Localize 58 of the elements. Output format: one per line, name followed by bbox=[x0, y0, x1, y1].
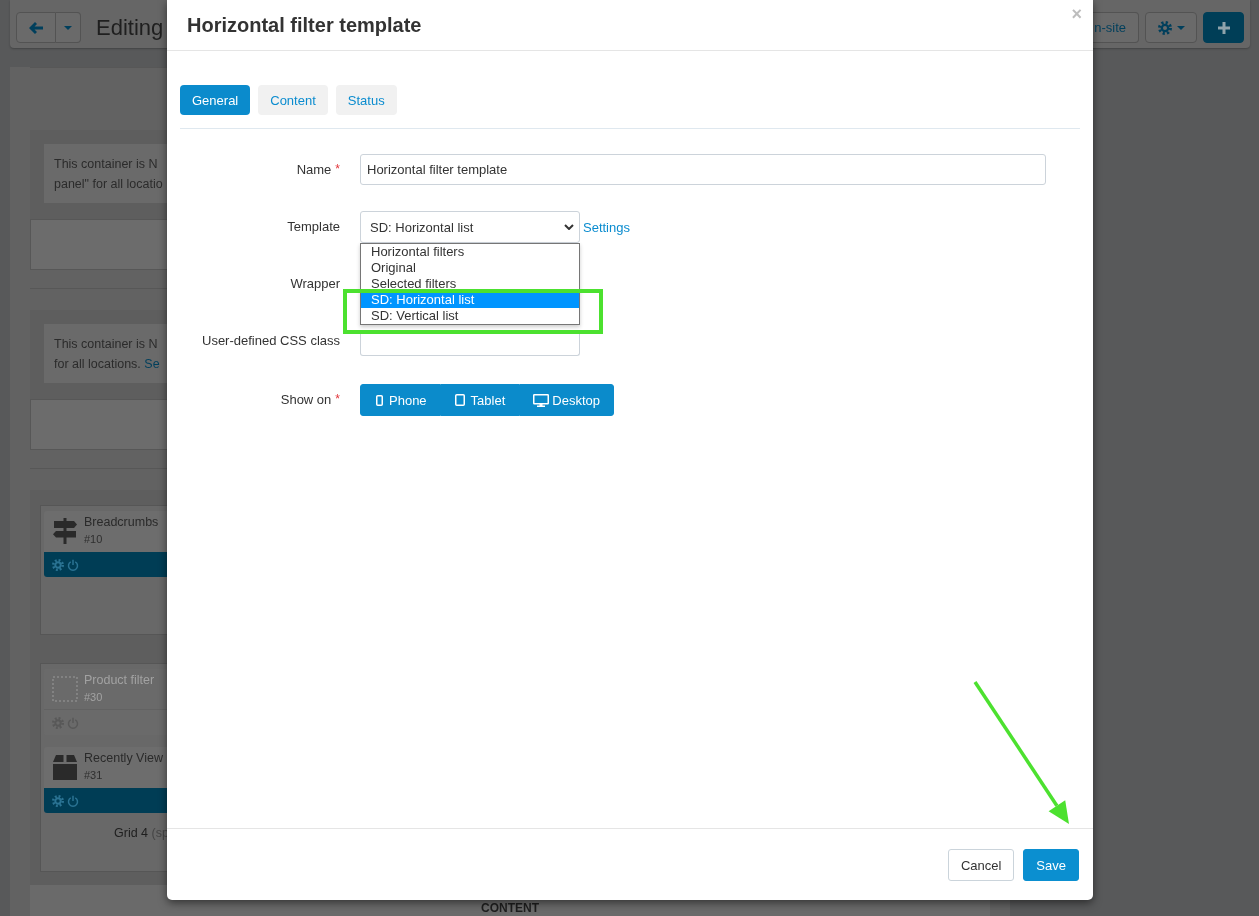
field-label: Name bbox=[296, 162, 332, 177]
required-mark: * bbox=[335, 392, 340, 406]
block-title: Breadcrumbs bbox=[84, 515, 159, 530]
settings-link[interactable]: Settings bbox=[583, 219, 630, 235]
field-label: Template bbox=[287, 219, 340, 234]
text-input[interactable]: Horizontal filter template bbox=[360, 154, 1046, 185]
field-label: User-defined CSS class bbox=[202, 333, 340, 348]
text-input[interactable] bbox=[360, 334, 580, 356]
notice-text: This container is N panel" for all locatio bbox=[44, 144, 167, 203]
plus-icon bbox=[1217, 21, 1230, 34]
field-label: Wrapper bbox=[290, 276, 340, 291]
back-button[interactable] bbox=[16, 12, 56, 43]
page-title: Editing bbox=[96, 14, 164, 42]
caret-icon bbox=[64, 25, 72, 30]
layout-block[interactable]: Recently View #31 bbox=[44, 747, 167, 813]
dropdown-option[interactable]: SD: Vertical list bbox=[361, 308, 579, 324]
tab[interactable]: General bbox=[180, 85, 251, 115]
block-title: Recently View bbox=[84, 751, 163, 766]
field-label: Show on bbox=[280, 392, 332, 407]
tab[interactable]: Status bbox=[335, 85, 397, 115]
device-toggle[interactable]: Phone bbox=[360, 384, 441, 416]
block-label: CONTENT bbox=[481, 901, 539, 915]
dropdown-option[interactable]: Horizontal filters bbox=[361, 244, 579, 260]
dropdown-select[interactable]: SD: Horizontal list bbox=[360, 211, 580, 243]
tab[interactable]: Content bbox=[258, 85, 328, 115]
save-button[interactable]: Save bbox=[1023, 849, 1079, 881]
block-title: Product filter bbox=[84, 673, 155, 688]
block-id: #31 bbox=[84, 768, 104, 782]
block-id: #10 bbox=[84, 532, 104, 546]
view-button[interactable]: n-site bbox=[1093, 12, 1139, 43]
monitor-icon bbox=[533, 393, 550, 407]
dropdown-option[interactable]: Selected filters bbox=[361, 276, 579, 292]
device-toggle[interactable]: Desktop bbox=[519, 384, 614, 416]
phone-icon bbox=[376, 394, 383, 406]
layout-block[interactable]: Breadcrumbs #10 bbox=[44, 511, 167, 577]
chevron-icon bbox=[564, 224, 574, 230]
signpost-icon bbox=[52, 518, 78, 544]
settings-button[interactable] bbox=[1145, 12, 1197, 43]
gear-icon[interactable] bbox=[52, 558, 64, 571]
box-icon bbox=[52, 754, 78, 780]
dropdown-button[interactable] bbox=[56, 12, 81, 43]
cancel-button[interactable]: Cancel bbox=[947, 849, 1015, 881]
dropdown-option[interactable]: Original bbox=[361, 260, 579, 276]
arrow-left-icon bbox=[29, 21, 43, 34]
add-button[interactable] bbox=[1203, 12, 1244, 43]
power-icon[interactable] bbox=[67, 794, 79, 807]
caret-icon bbox=[1176, 25, 1185, 30]
dialog-title: Horizontal filter template bbox=[187, 13, 422, 37]
required-mark: * bbox=[335, 162, 340, 176]
tablet-icon bbox=[454, 394, 465, 406]
block-id: #30 bbox=[84, 690, 104, 704]
dotted-square-icon bbox=[52, 676, 78, 702]
notice-text: This container is N for all locations. Se bbox=[44, 324, 167, 383]
gear-icon bbox=[1157, 20, 1172, 35]
device-toggle[interactable]: Tablet bbox=[440, 384, 520, 416]
power-icon[interactable] bbox=[67, 558, 79, 571]
gear-icon[interactable] bbox=[52, 794, 64, 807]
notice-link[interactable]: Se bbox=[144, 357, 160, 371]
